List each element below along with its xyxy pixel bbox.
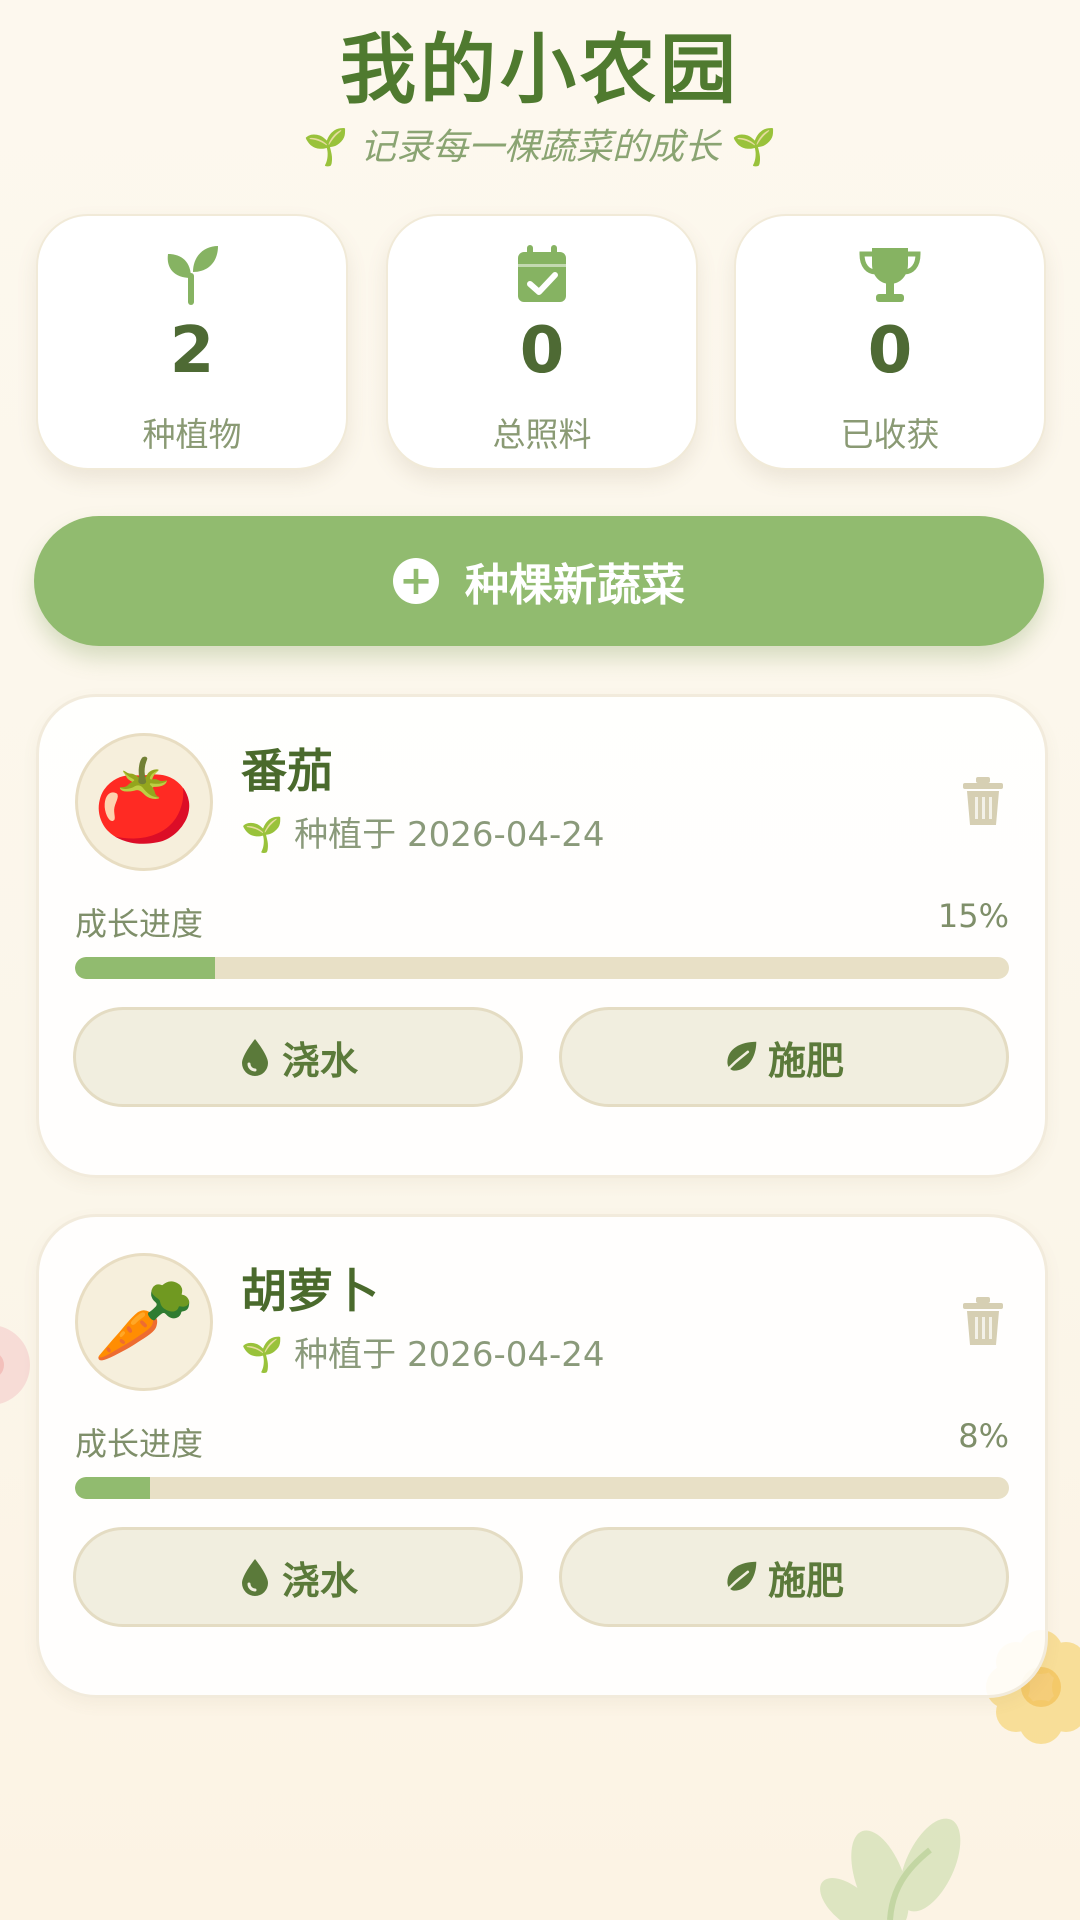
water-drop-icon <box>241 1039 268 1076</box>
fertilize-label: 施肥 <box>767 1038 844 1083</box>
plant-avatar: 🍅 <box>75 733 213 871</box>
water-label: 浇水 <box>281 1038 358 1083</box>
leaf-icon <box>724 1041 757 1074</box>
trash-icon[interactable] <box>961 777 1005 827</box>
plant-card: 🍅 番茄 🌱 种植于 2026-04-24 成长进度 15% 浇水 施肥 <box>36 694 1048 1178</box>
add-vegetable-button[interactable]: + 种棵新蔬菜 <box>34 516 1044 646</box>
planted-date: 🌱 种植于 2026-04-24 <box>241 1327 605 1376</box>
leaf-icon <box>724 1561 757 1594</box>
stat-card-plants: 2 种植物 <box>36 214 348 470</box>
leaves-decoration-bottom <box>820 1818 961 1920</box>
stat-label: 已收获 <box>840 415 940 454</box>
planted-date: 🌱 种植于 2026-04-24 <box>241 807 605 856</box>
stat-value: 2 <box>169 314 215 388</box>
water-button[interactable]: 浇水 <box>73 1007 523 1107</box>
plus-circle-icon: + <box>393 558 439 604</box>
subtitle-text: 记录每一棵蔬菜的成长 <box>359 127 720 168</box>
sprout-icon <box>167 246 218 305</box>
page-title: 我的小农园 <box>340 25 740 114</box>
stat-card-harvest: 0 已收获 <box>734 214 1046 470</box>
plant-name: 胡萝卜 <box>241 1264 379 1318</box>
plant-name: 番茄 <box>241 744 333 798</box>
calendar-check-icon <box>518 245 566 302</box>
page-subtitle: 🌱 记录每一棵蔬菜的成长 🌱 <box>0 118 1080 170</box>
add-vegetable-label: 种棵新蔬菜 <box>465 560 685 611</box>
water-label: 浇水 <box>281 1558 358 1603</box>
sprout-icon: 🌱 <box>241 815 284 855</box>
sprout-icon: 🌱 <box>303 127 349 168</box>
water-drop-icon <box>241 1559 268 1596</box>
progress-fill <box>75 957 216 979</box>
stat-label: 总照料 <box>492 415 592 454</box>
fertilize-button[interactable]: 施肥 <box>559 1007 1009 1107</box>
progress-label: 成长进度 <box>75 1425 204 1463</box>
planted-date-text: 种植于 2026-04-24 <box>294 815 605 855</box>
progress-label: 成长进度 <box>75 905 204 943</box>
flower-decoration-left <box>0 1326 30 1404</box>
progress-fill <box>75 1477 150 1499</box>
sprout-icon: 🌱 <box>731 127 777 168</box>
water-button[interactable]: 浇水 <box>73 1527 523 1627</box>
trash-icon[interactable] <box>961 1297 1005 1347</box>
stat-label: 种植物 <box>142 415 242 454</box>
plant-card: 🥕 胡萝卜 🌱 种植于 2026-04-24 成长进度 8% 浇水 施肥 <box>36 1214 1048 1698</box>
sprout-icon: 🌱 <box>241 1335 284 1375</box>
fertilize-label: 施肥 <box>767 1558 844 1603</box>
fertilize-button[interactable]: 施肥 <box>559 1527 1009 1627</box>
progress-percent: 15% <box>937 897 1009 935</box>
planted-date-text: 种植于 2026-04-24 <box>294 1335 605 1375</box>
progress-percent: 8% <box>958 1417 1009 1455</box>
stat-card-care: 0 总照料 <box>386 214 698 470</box>
stat-value: 0 <box>867 314 913 388</box>
stat-value: 0 <box>519 314 565 388</box>
trophy-icon <box>859 248 921 302</box>
plant-avatar: 🥕 <box>75 1253 213 1391</box>
progress-bar <box>75 957 1009 979</box>
progress-bar <box>75 1477 1009 1499</box>
